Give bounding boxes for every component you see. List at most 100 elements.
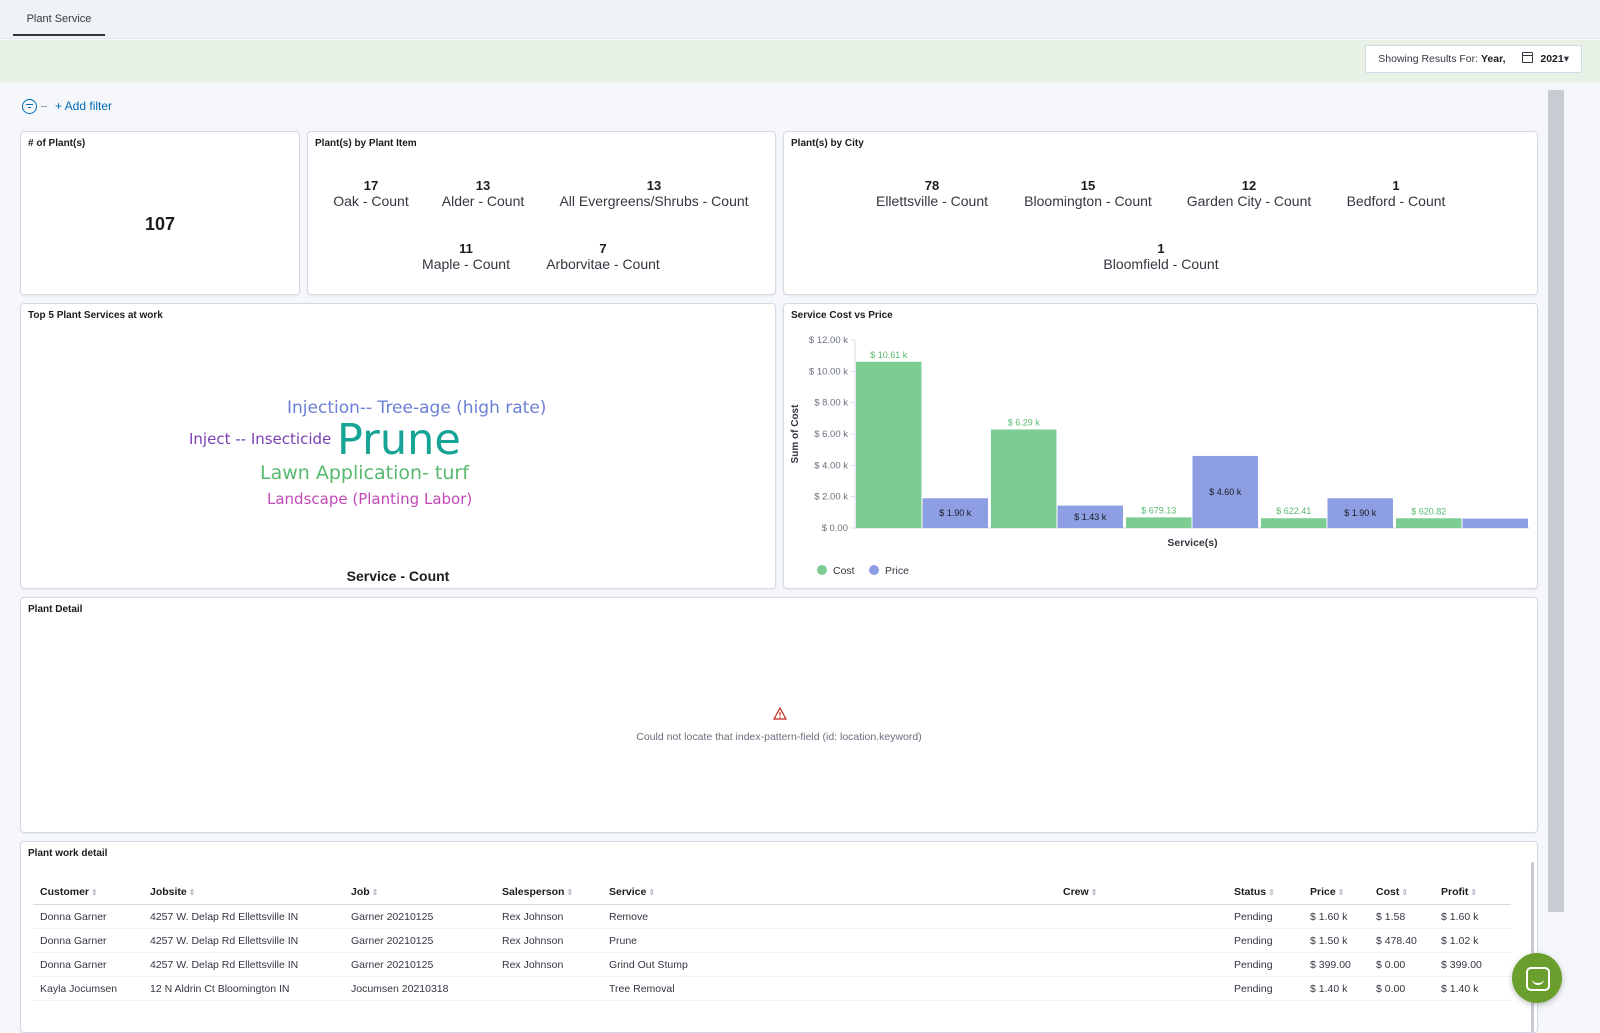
metric-value: 13 bbox=[475, 178, 491, 193]
cell: Donna Garner bbox=[33, 952, 143, 977]
metric-value: 1 bbox=[1392, 178, 1400, 193]
metric-label: Bedford - Count bbox=[1346, 193, 1446, 209]
cell: Jocumsen 20210318 bbox=[344, 976, 495, 1001]
time-range-picker[interactable]: Showing Results For: Year, 2021▾ bbox=[1365, 45, 1582, 73]
metric-label: Garden City - Count bbox=[1186, 193, 1312, 209]
data-label: $ 1.90 k bbox=[1344, 508, 1377, 518]
bar-cost bbox=[1396, 518, 1462, 528]
bar-cost bbox=[1126, 517, 1192, 528]
data-label: $ 622.41 bbox=[1276, 506, 1311, 516]
chevron-down-icon[interactable]: ▾ bbox=[1564, 53, 1569, 65]
sort-icon: ⇕ bbox=[566, 888, 574, 897]
column-header[interactable]: Job ⇕ bbox=[344, 880, 495, 905]
column-header[interactable]: Service ⇕ bbox=[602, 880, 1056, 905]
panel-title: Plant(s) by City bbox=[791, 138, 864, 149]
metric-label: Bloomington - Count bbox=[1024, 193, 1152, 209]
cost-price-bar-chart: $ 0.00 $ 2.00 k $ 4.00 k $ 6.00 k $ 8.00 k $ … bbox=[790, 335, 1530, 577]
plants-count-value: 107 bbox=[144, 214, 176, 234]
cell: $ 0.00 bbox=[1369, 976, 1434, 1001]
tab-bar: Plant Service bbox=[0, 0, 1600, 39]
column-header[interactable]: Salesperson ⇕ bbox=[495, 880, 602, 905]
column-header[interactable]: Cost ⇕ bbox=[1369, 880, 1434, 905]
filter-icon[interactable] bbox=[22, 98, 37, 114]
cell: $ 399.00 bbox=[1303, 952, 1369, 977]
column-header[interactable]: Status ⇕ bbox=[1227, 880, 1303, 905]
chat-launcher-button[interactable] bbox=[1512, 953, 1562, 1003]
column-header[interactable]: Price ⇕ bbox=[1303, 880, 1369, 905]
data-label: $ 1.43 k bbox=[1074, 512, 1107, 522]
sort-icon: ⇕ bbox=[371, 888, 379, 897]
metric-label: Oak - Count bbox=[333, 193, 409, 209]
error-message: Could not locate that index-pattern-fiel… bbox=[636, 731, 922, 743]
table-row[interactable]: Donna Garner 4257 W. Delap Rd Ellettsvill… bbox=[33, 928, 1511, 953]
cell: $ 1.58 bbox=[1369, 904, 1434, 929]
tab-plant-service[interactable]: Plant Service bbox=[13, 0, 105, 36]
cell: $ 0.00 bbox=[1369, 952, 1434, 977]
data-label: $ 6.29 k bbox=[1008, 417, 1041, 427]
cell: $ 399.00 bbox=[1434, 952, 1511, 977]
cell: $ 1.50 k bbox=[1303, 928, 1369, 953]
metric-value: 12 bbox=[1241, 178, 1257, 193]
cell: $ 1.02 k bbox=[1434, 928, 1511, 953]
metric-arborvitae: 7 Arborvitae - Count bbox=[546, 241, 660, 273]
metric-value: 17 bbox=[363, 178, 379, 193]
cell bbox=[1056, 952, 1227, 977]
column-header[interactable]: Jobsite ⇕ bbox=[143, 880, 344, 905]
year-value[interactable]: 2021 bbox=[1540, 53, 1563, 65]
cell bbox=[1056, 976, 1227, 1001]
cell: Prune bbox=[602, 928, 1056, 953]
sort-icon: ⇕ bbox=[91, 888, 98, 897]
metric-value: 1 bbox=[1157, 241, 1165, 256]
cell: Grind Out Stump bbox=[602, 952, 1056, 977]
panel-title: Plant Detail bbox=[28, 604, 83, 615]
add-filter-button[interactable]: + Add filter bbox=[55, 99, 112, 113]
panel-title: Top 5 Plant Services at work bbox=[28, 310, 163, 321]
y-tick-label: $ 12.00 k bbox=[809, 335, 848, 346]
cloud-word[interactable]: Landscape (Planting Labor) bbox=[267, 490, 472, 508]
data-label: $ 620.82 bbox=[1411, 506, 1446, 516]
cell: 12 N Aldrin Ct Bloomington IN bbox=[143, 976, 344, 1001]
cost-vs-price-panel: Service Cost vs Price $ 0.00 $ 2.00 k $ 4.… bbox=[783, 303, 1538, 589]
legend-swatch-cost bbox=[817, 565, 827, 575]
sort-icon: ⇕ bbox=[1268, 888, 1275, 897]
bar-cost bbox=[856, 361, 922, 528]
cell: $ 1.60 k bbox=[1434, 904, 1511, 929]
data-label: $ 4.60 k bbox=[1209, 487, 1242, 497]
column-header[interactable]: Profit ⇕ bbox=[1434, 880, 1511, 905]
metric-oak: 17 Oak - Count bbox=[333, 178, 409, 210]
table-row[interactable]: Kayla Jocumsen 12 N Aldrin Ct Bloomington… bbox=[33, 976, 1511, 1001]
metric-bedford: 1 Bedford - Count bbox=[1346, 178, 1446, 210]
cell: Remove bbox=[602, 904, 1056, 929]
metric-label: Arborvitae - Count bbox=[546, 256, 660, 272]
time-filter-bar: Showing Results For: Year, 2021▾ bbox=[0, 40, 1600, 83]
metric-value: 7 bbox=[599, 241, 607, 256]
cell: $ 478.40 bbox=[1369, 928, 1434, 953]
cloud-word[interactable]: Prune bbox=[337, 415, 461, 465]
table-scrollbar[interactable] bbox=[1531, 862, 1534, 1032]
page-scrollbar[interactable] bbox=[1548, 90, 1564, 912]
table-row[interactable]: Donna Garner 4257 W. Delap Rd Ellettsvill… bbox=[33, 904, 1511, 929]
cell: Garner 20210125 bbox=[344, 952, 495, 977]
filter-bar: + Add filter bbox=[22, 96, 112, 116]
work-detail-table: Customer ⇕ Jobsite ⇕ Job ⇕ Salesperson ⇕ Ser… bbox=[33, 880, 1511, 1001]
metric-label: Maple - Count bbox=[422, 256, 510, 272]
y-axis-title: Sum of Cost bbox=[790, 404, 801, 464]
cell: Kayla Jocumsen bbox=[33, 976, 143, 1001]
column-header[interactable]: Customer ⇕ bbox=[33, 880, 143, 905]
cell: Pending bbox=[1227, 976, 1303, 1001]
table-row[interactable]: Donna Garner 4257 W. Delap Rd Ellettsvill… bbox=[33, 952, 1511, 977]
cell: Rex Johnson bbox=[495, 928, 602, 953]
showing-label: Showing Results For: bbox=[1378, 53, 1479, 65]
cell: Donna Garner bbox=[33, 904, 143, 929]
cell: $ 1.40 k bbox=[1434, 976, 1511, 1001]
cell: Donna Garner bbox=[33, 928, 143, 953]
column-header[interactable]: Crew ⇕ bbox=[1056, 880, 1227, 905]
plant-detail-panel: Plant Detail Could not locate that index… bbox=[20, 597, 1538, 833]
y-tick-label: $ 6.00 k bbox=[814, 429, 848, 440]
metric-label: Alder - Count bbox=[441, 193, 525, 209]
cloud-word[interactable]: Lawn Application- turf bbox=[260, 462, 469, 484]
cloud-word[interactable]: Inject -- Insecticide bbox=[189, 430, 331, 448]
y-tick-label: $ 4.00 k bbox=[814, 460, 848, 471]
cell bbox=[1056, 928, 1227, 953]
panel-title: Plant(s) by Plant Item bbox=[315, 138, 417, 149]
